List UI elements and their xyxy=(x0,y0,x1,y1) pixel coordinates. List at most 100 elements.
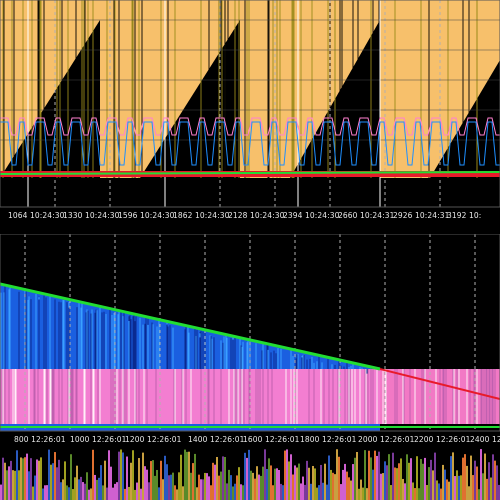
strip-bar xyxy=(426,485,428,500)
strip-bar xyxy=(156,469,158,500)
strip-bar xyxy=(236,475,238,500)
strip-bar xyxy=(196,487,198,500)
strip-bar xyxy=(78,479,80,500)
strip-bar xyxy=(402,478,404,500)
strip-bar xyxy=(278,470,280,500)
strip-bar xyxy=(34,475,36,500)
strip-bar xyxy=(14,470,16,500)
strip-bar xyxy=(374,450,376,500)
strip-bar xyxy=(142,452,144,500)
strip-bar xyxy=(18,470,20,500)
strip-bar xyxy=(180,454,182,500)
strip-bar xyxy=(324,463,326,500)
strip-bar xyxy=(338,456,340,500)
top-trace-panel[interactable] xyxy=(0,0,500,207)
strip-bar xyxy=(412,482,414,500)
strip-bar xyxy=(420,459,422,500)
bottom-axis-tick: 800 12:26:01 xyxy=(14,435,66,444)
strip-bar xyxy=(472,475,474,500)
strip-bar xyxy=(480,449,482,500)
strip-bar xyxy=(272,485,274,500)
strip-bar xyxy=(102,485,104,500)
strip-bar xyxy=(394,467,396,500)
strip-bar xyxy=(348,477,350,500)
strip-bar xyxy=(76,465,78,500)
strip-bar xyxy=(206,473,208,500)
strip-bar xyxy=(126,456,128,500)
strip-bar xyxy=(430,459,432,500)
strip-bar xyxy=(422,463,424,500)
strip-bar xyxy=(440,488,442,500)
bottom-trace-panel[interactable] xyxy=(0,234,500,431)
strip-bar xyxy=(80,476,82,500)
strip-bar xyxy=(26,453,28,500)
strip-bar xyxy=(460,475,462,500)
strip-bar xyxy=(362,487,364,500)
strip-bar xyxy=(228,469,230,500)
strip-bar xyxy=(414,488,416,500)
strip-bar xyxy=(138,458,140,500)
top-axis-tick: 2128 10:24:30 xyxy=(228,211,285,220)
strip-bar xyxy=(388,454,390,500)
strip-bar xyxy=(96,479,98,500)
strip-bar xyxy=(358,488,360,500)
strip-bar xyxy=(258,474,260,500)
strip-bar xyxy=(160,460,162,500)
strip-bar xyxy=(54,452,56,500)
strip-bar xyxy=(448,481,450,500)
strip-bar xyxy=(350,480,352,500)
strip-bar xyxy=(280,483,282,500)
strip-bar xyxy=(154,475,156,500)
strip-bar xyxy=(124,488,126,500)
strip-bar xyxy=(86,472,88,500)
strip-bar xyxy=(60,482,62,500)
strip-bar xyxy=(186,451,188,500)
strip-bar xyxy=(240,484,242,500)
strip-bar xyxy=(354,457,356,500)
strip-bar xyxy=(90,488,92,500)
strip-bar xyxy=(450,456,452,500)
strip-bar xyxy=(64,461,66,500)
strip-bar xyxy=(254,478,256,500)
strip-bar xyxy=(478,489,480,500)
strip-bar xyxy=(490,477,492,500)
strip-bar xyxy=(194,453,196,500)
strip-bar xyxy=(308,467,310,500)
strip-bar xyxy=(132,450,134,500)
strip-bar xyxy=(276,468,278,500)
strip-bar xyxy=(200,479,202,500)
strip-bar xyxy=(230,475,232,500)
strip-bar xyxy=(286,449,288,500)
top-axis-tick: 2926 10:24:31 xyxy=(393,211,450,220)
strip-bar xyxy=(28,471,30,500)
strip-bar xyxy=(144,466,146,500)
strip-bar xyxy=(288,461,290,500)
strip-bar xyxy=(136,482,138,500)
strip-bar xyxy=(496,465,498,500)
strip-bar xyxy=(418,488,420,500)
strip-bar xyxy=(110,466,112,500)
strip-bar xyxy=(404,483,406,500)
strip-bar xyxy=(292,474,294,500)
strip-bar xyxy=(446,479,448,500)
strip-bar xyxy=(202,479,204,500)
strip-bar xyxy=(368,450,370,500)
strip-bar xyxy=(250,470,252,500)
strip-bar xyxy=(302,476,304,500)
overview-strip[interactable] xyxy=(0,449,500,500)
strip-bar xyxy=(398,463,400,500)
strip-bar xyxy=(298,463,300,500)
strip-bar xyxy=(40,457,42,500)
strip-bar xyxy=(366,488,368,500)
strip-bar xyxy=(84,483,86,500)
strip-bar xyxy=(238,467,240,500)
strip-bar xyxy=(410,458,412,500)
strip-bar xyxy=(172,472,174,500)
strip-bar xyxy=(442,464,444,500)
strip-bar xyxy=(58,459,60,500)
strip-bar xyxy=(178,472,180,500)
strip-bar xyxy=(340,484,342,500)
strip-bar xyxy=(44,485,46,500)
strip-bar xyxy=(406,454,408,500)
panel-separator[interactable] xyxy=(0,226,500,234)
